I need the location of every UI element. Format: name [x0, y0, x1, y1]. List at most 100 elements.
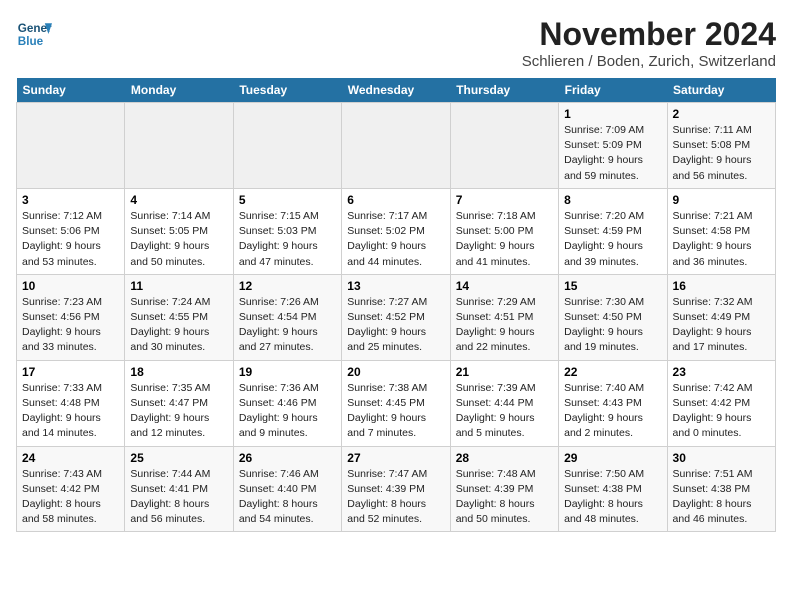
- day-cell: 15 Sunrise: 7:30 AMSunset: 4:50 PMDayligh…: [559, 274, 667, 360]
- day-number: 2: [673, 107, 770, 121]
- day-info: Sunrise: 7:39 AMSunset: 4:44 PMDaylight:…: [456, 381, 553, 442]
- day-number: 16: [673, 279, 770, 293]
- day-number: 29: [564, 451, 661, 465]
- day-cell: 19Sunrise: 7:36 AMSunset: 4:46 PMDayligh…: [233, 360, 341, 446]
- day-number: 24: [22, 451, 119, 465]
- weekday-header-row: SundayMondayTuesdayWednesdayThursdayFrid…: [17, 78, 776, 103]
- day-number: 28: [456, 451, 553, 465]
- day-cell: 28 Sunrise: 7:48 AMSunset: 4:39 PMDayligh…: [450, 446, 558, 532]
- day-number: 6: [347, 193, 444, 207]
- day-cell: 4 Sunrise: 7:14 AMSunset: 5:05 PMDaylight…: [125, 188, 233, 274]
- day-number: 22: [564, 365, 661, 379]
- day-number: 26: [239, 451, 336, 465]
- day-info: Sunrise: 7:12 AMSunset: 5:06 PMDaylight:…: [22, 209, 119, 270]
- day-cell: [17, 103, 125, 189]
- day-cell: 29 Sunrise: 7:50 AMSunset: 4:38 PMDayligh…: [559, 446, 667, 532]
- weekday-header-thursday: Thursday: [450, 78, 558, 103]
- weekday-header-saturday: Saturday: [667, 78, 775, 103]
- day-number: 27: [347, 451, 444, 465]
- day-cell: 8 Sunrise: 7:20 AMSunset: 4:59 PMDaylight…: [559, 188, 667, 274]
- week-row-3: 10Sunrise: 7:23 AMSunset: 4:56 PMDayligh…: [17, 274, 776, 360]
- day-number: 8: [564, 193, 661, 207]
- day-info: Sunrise: 7:50 AMSunset: 4:38 PMDaylight:…: [564, 467, 661, 528]
- day-info: Sunrise: 7:35 AMSunset: 4:47 PMDaylight:…: [130, 381, 227, 442]
- day-info: Sunrise: 7:11 AMSunset: 5:08 PMDaylight:…: [673, 123, 770, 184]
- day-info: Sunrise: 7:43 AMSunset: 4:42 PMDaylight:…: [22, 467, 119, 528]
- title-area: November 2024 Schlieren / Boden, Zurich,…: [522, 16, 776, 70]
- day-number: 11: [130, 279, 227, 293]
- day-number: 7: [456, 193, 553, 207]
- day-info: Sunrise: 7:14 AMSunset: 5:05 PMDaylight:…: [130, 209, 227, 270]
- day-info: Sunrise: 7:47 AMSunset: 4:39 PMDaylight:…: [347, 467, 444, 528]
- day-cell: 24 Sunrise: 7:43 AMSunset: 4:42 PMDayligh…: [17, 446, 125, 532]
- day-cell: 1Sunrise: 7:09 AMSunset: 5:09 PMDaylight…: [559, 103, 667, 189]
- day-info: Sunrise: 7:29 AMSunset: 4:51 PMDaylight:…: [456, 295, 553, 356]
- day-info: Sunrise: 7:48 AMSunset: 4:39 PMDaylight:…: [456, 467, 553, 528]
- weekday-header-wednesday: Wednesday: [342, 78, 450, 103]
- day-cell: [125, 103, 233, 189]
- day-info: Sunrise: 7:46 AMSunset: 4:40 PMDaylight:…: [239, 467, 336, 528]
- calendar-table: SundayMondayTuesdayWednesdayThursdayFrid…: [16, 78, 776, 532]
- weekday-header-monday: Monday: [125, 78, 233, 103]
- day-number: 15: [564, 279, 661, 293]
- day-number: 4: [130, 193, 227, 207]
- day-cell: 11Sunrise: 7:24 AMSunset: 4:55 PMDayligh…: [125, 274, 233, 360]
- day-number: 3: [22, 193, 119, 207]
- day-number: 23: [673, 365, 770, 379]
- svg-text:Blue: Blue: [18, 35, 44, 48]
- day-cell: 7 Sunrise: 7:18 AMSunset: 5:00 PMDaylight…: [450, 188, 558, 274]
- day-cell: 30Sunrise: 7:51 AMSunset: 4:38 PMDayligh…: [667, 446, 775, 532]
- day-number: 13: [347, 279, 444, 293]
- day-info: Sunrise: 7:15 AMSunset: 5:03 PMDaylight:…: [239, 209, 336, 270]
- day-cell: 13 Sunrise: 7:27 AMSunset: 4:52 PMDayligh…: [342, 274, 450, 360]
- day-cell: 6Sunrise: 7:17 AMSunset: 5:02 PMDaylight…: [342, 188, 450, 274]
- weekday-header-friday: Friday: [559, 78, 667, 103]
- weekday-header-sunday: Sunday: [17, 78, 125, 103]
- day-cell: 9 Sunrise: 7:21 AMSunset: 4:58 PMDaylight…: [667, 188, 775, 274]
- weekday-header-tuesday: Tuesday: [233, 78, 341, 103]
- day-number: 20: [347, 365, 444, 379]
- day-info: Sunrise: 7:42 AMSunset: 4:42 PMDaylight:…: [673, 381, 770, 442]
- week-row-1: 1Sunrise: 7:09 AMSunset: 5:09 PMDaylight…: [17, 103, 776, 189]
- day-number: 17: [22, 365, 119, 379]
- day-cell: 2 Sunrise: 7:11 AMSunset: 5:08 PMDaylight…: [667, 103, 775, 189]
- day-cell: 3 Sunrise: 7:12 AMSunset: 5:06 PMDaylight…: [17, 188, 125, 274]
- day-number: 12: [239, 279, 336, 293]
- day-number: 5: [239, 193, 336, 207]
- day-info: Sunrise: 7:30 AMSunset: 4:50 PMDaylight:…: [564, 295, 661, 356]
- day-number: 30: [673, 451, 770, 465]
- month-title: November 2024: [522, 16, 776, 53]
- day-cell: 25Sunrise: 7:44 AMSunset: 4:41 PMDayligh…: [125, 446, 233, 532]
- day-cell: 18 Sunrise: 7:35 AMSunset: 4:47 PMDayligh…: [125, 360, 233, 446]
- day-info: Sunrise: 7:23 AMSunset: 4:56 PMDaylight:…: [22, 295, 119, 356]
- day-info: Sunrise: 7:20 AMSunset: 4:59 PMDaylight:…: [564, 209, 661, 270]
- day-info: Sunrise: 7:27 AMSunset: 4:52 PMDaylight:…: [347, 295, 444, 356]
- day-cell: 5 Sunrise: 7:15 AMSunset: 5:03 PMDaylight…: [233, 188, 341, 274]
- day-number: 9: [673, 193, 770, 207]
- day-cell: 10Sunrise: 7:23 AMSunset: 4:56 PMDayligh…: [17, 274, 125, 360]
- day-cell: 26 Sunrise: 7:46 AMSunset: 4:40 PMDayligh…: [233, 446, 341, 532]
- day-cell: 14 Sunrise: 7:29 AMSunset: 4:51 PMDayligh…: [450, 274, 558, 360]
- day-info: Sunrise: 7:21 AMSunset: 4:58 PMDaylight:…: [673, 209, 770, 270]
- logo-icon: General Blue: [16, 16, 52, 52]
- day-number: 14: [456, 279, 553, 293]
- day-info: Sunrise: 7:36 AMSunset: 4:46 PMDaylight:…: [239, 381, 336, 442]
- day-cell: [450, 103, 558, 189]
- day-info: Sunrise: 7:38 AMSunset: 4:45 PMDaylight:…: [347, 381, 444, 442]
- week-row-4: 17 Sunrise: 7:33 AMSunset: 4:48 PMDayligh…: [17, 360, 776, 446]
- header: General Blue November 2024 Schlieren / B…: [16, 16, 776, 70]
- logo: General Blue: [16, 16, 52, 52]
- day-info: Sunrise: 7:33 AMSunset: 4:48 PMDaylight:…: [22, 381, 119, 442]
- day-number: 25: [130, 451, 227, 465]
- day-cell: 23 Sunrise: 7:42 AMSunset: 4:42 PMDayligh…: [667, 360, 775, 446]
- day-cell: 22 Sunrise: 7:40 AMSunset: 4:43 PMDayligh…: [559, 360, 667, 446]
- day-info: Sunrise: 7:40 AMSunset: 4:43 PMDaylight:…: [564, 381, 661, 442]
- day-number: 1: [564, 107, 661, 121]
- day-info: Sunrise: 7:18 AMSunset: 5:00 PMDaylight:…: [456, 209, 553, 270]
- day-number: 18: [130, 365, 227, 379]
- day-cell: 20 Sunrise: 7:38 AMSunset: 4:45 PMDayligh…: [342, 360, 450, 446]
- day-cell: 17 Sunrise: 7:33 AMSunset: 4:48 PMDayligh…: [17, 360, 125, 446]
- week-row-2: 3 Sunrise: 7:12 AMSunset: 5:06 PMDaylight…: [17, 188, 776, 274]
- day-cell: 27 Sunrise: 7:47 AMSunset: 4:39 PMDayligh…: [342, 446, 450, 532]
- day-info: Sunrise: 7:32 AMSunset: 4:49 PMDaylight:…: [673, 295, 770, 356]
